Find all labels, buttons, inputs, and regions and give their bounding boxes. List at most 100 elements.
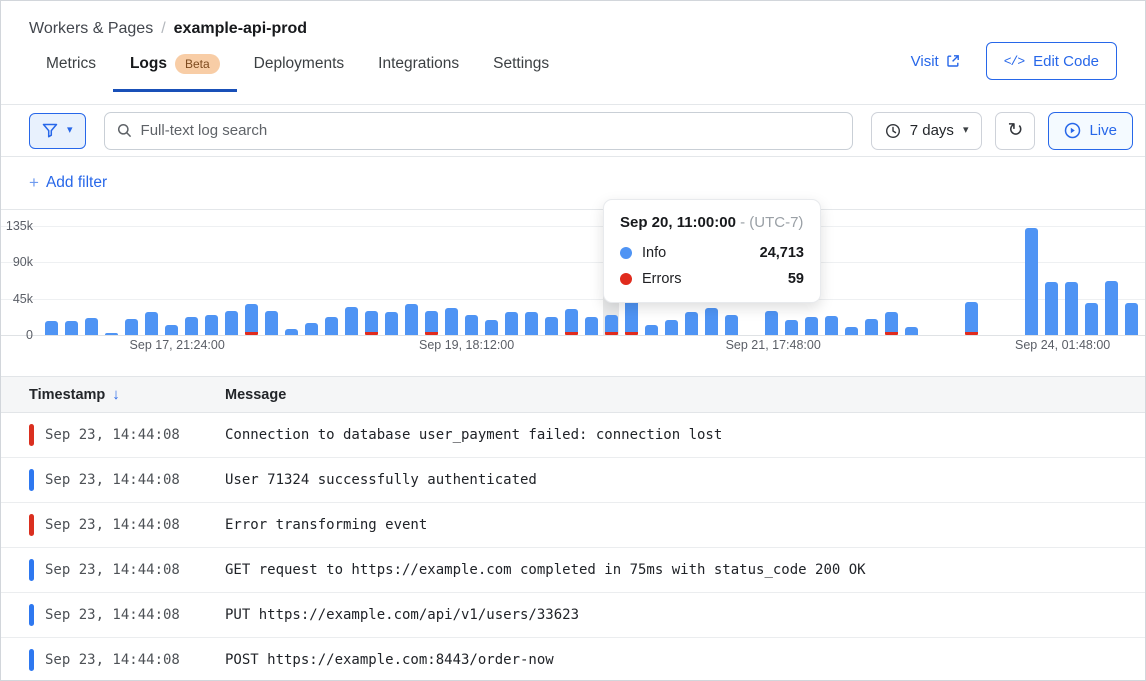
refresh-button[interactable]: ↻: [995, 112, 1035, 150]
chart-bar[interactable]: [61, 226, 81, 335]
tab-metrics[interactable]: Metrics: [29, 38, 113, 92]
tab-logs[interactable]: Logs Beta: [113, 38, 237, 92]
visit-link[interactable]: Visit: [911, 53, 960, 70]
live-button[interactable]: Live: [1048, 112, 1133, 150]
chart-bar[interactable]: [161, 226, 181, 335]
chart-bar[interactable]: [181, 226, 201, 335]
breadcrumb-section[interactable]: Workers & Pages: [29, 20, 153, 38]
tooltip-row: Errors59: [620, 271, 804, 287]
chart-bar[interactable]: [81, 226, 101, 335]
tooltip-timezone: - (UTC-7): [740, 214, 803, 231]
log-row[interactable]: Sep 23, 14:44:08User 71324 successfully …: [1, 458, 1145, 503]
chart-bar[interactable]: [821, 226, 841, 335]
chart-bar[interactable]: [901, 226, 921, 335]
chart-bar[interactable]: [1021, 226, 1041, 335]
chart-bar[interactable]: [561, 226, 581, 335]
legend-dot-icon: [620, 273, 632, 285]
chart-bar[interactable]: [341, 226, 361, 335]
chart-bar[interactable]: [481, 226, 501, 335]
bar-stack: [585, 317, 598, 335]
column-header-timestamp[interactable]: Timestamp ↓: [29, 386, 225, 403]
breadcrumb-separator: /: [161, 20, 165, 38]
chart-bar[interactable]: [421, 226, 441, 335]
bar-stack: [685, 312, 698, 335]
chart-bar[interactable]: [881, 226, 901, 335]
log-row[interactable]: Sep 23, 14:44:08POST https://example.com…: [1, 638, 1145, 681]
chart-bar[interactable]: [301, 226, 321, 335]
search-box[interactable]: [104, 112, 853, 150]
chart-bar[interactable]: [961, 226, 981, 335]
live-label: Live: [1089, 122, 1117, 139]
chart-bar[interactable]: [921, 226, 941, 335]
bar-stack: [965, 302, 978, 335]
bar-segment-errors: [565, 332, 578, 335]
chart-bar[interactable]: [281, 226, 301, 335]
chart-bar[interactable]: [501, 226, 521, 335]
log-level-error-indicator: [29, 424, 34, 446]
chart-bar[interactable]: [261, 226, 281, 335]
chart-bar[interactable]: [521, 226, 541, 335]
log-rows: Sep 23, 14:44:08Connection to database u…: [1, 413, 1145, 681]
bar-segment-info: [405, 304, 418, 335]
bar-stack: [45, 321, 58, 335]
log-timestamp: Sep 23, 14:44:08: [45, 427, 215, 443]
column-header-message[interactable]: Message: [225, 387, 286, 403]
chart-bar[interactable]: [1081, 226, 1101, 335]
bar-segment-info: [285, 329, 298, 335]
chart-bar[interactable]: [1001, 226, 1021, 335]
edit-code-button[interactable]: </> Edit Code: [986, 42, 1117, 80]
chart-bar[interactable]: [141, 226, 161, 335]
time-range-dropdown[interactable]: 7 days ▾: [871, 112, 983, 150]
chart-bar[interactable]: [541, 226, 561, 335]
chart-bar[interactable]: [1101, 226, 1121, 335]
chart-bar[interactable]: [201, 226, 221, 335]
x-axis-tick-label: Sep 24, 01:48:00: [1015, 338, 1110, 352]
chart-bar[interactable]: [461, 226, 481, 335]
chart-bar[interactable]: [941, 226, 961, 335]
filter-dropdown-button[interactable]: ▾: [29, 113, 86, 149]
tab-deployments[interactable]: Deployments: [237, 38, 361, 92]
chart-bar[interactable]: [241, 226, 261, 335]
y-axis-tick-label: 45k: [1, 292, 33, 306]
add-filter-button[interactable]: + Add filter: [29, 173, 107, 193]
log-row[interactable]: Sep 23, 14:44:08GET request to https://e…: [1, 548, 1145, 593]
chart-bar[interactable]: [121, 226, 141, 335]
bar-stack: [785, 320, 798, 335]
log-row[interactable]: Sep 23, 14:44:08PUT https://example.com/…: [1, 593, 1145, 638]
search-input[interactable]: [141, 122, 840, 139]
bar-segment-info: [785, 320, 798, 335]
chart-bar[interactable]: [361, 226, 381, 335]
chart-bar[interactable]: [981, 226, 1001, 335]
tabs-row: Metrics Logs Beta Deployments Integratio…: [1, 38, 1145, 92]
chart-bar[interactable]: [1121, 226, 1141, 335]
tab-integrations[interactable]: Integrations: [361, 38, 476, 92]
chart-bar[interactable]: [41, 226, 61, 335]
bar-segment-errors: [885, 332, 898, 335]
chart-bar[interactable]: [1061, 226, 1081, 335]
chart-bar[interactable]: [101, 226, 121, 335]
external-link-icon: [946, 54, 960, 68]
bar-stack: [245, 304, 258, 335]
chart-bar[interactable]: [841, 226, 861, 335]
chart-bar[interactable]: [221, 226, 241, 335]
chart-bar[interactable]: [321, 226, 341, 335]
tooltip-legend: Info24,713Errors59: [620, 245, 804, 287]
tooltip-title: Sep 20, 11:00:00 - (UTC-7): [620, 214, 804, 231]
chart-bar[interactable]: [1041, 226, 1061, 335]
chart-bar[interactable]: [401, 226, 421, 335]
chart-bar[interactable]: [581, 226, 601, 335]
bar-segment-info: [365, 311, 378, 332]
log-row[interactable]: Sep 23, 14:44:08Connection to database u…: [1, 413, 1145, 458]
bar-segment-info: [105, 333, 118, 335]
tab-settings-label: Settings: [493, 55, 549, 73]
log-row[interactable]: Sep 23, 14:44:08Error transforming event: [1, 503, 1145, 548]
chart-bar[interactable]: [861, 226, 881, 335]
chart-bar[interactable]: [381, 226, 401, 335]
bar-stack: [365, 311, 378, 335]
log-level-info-indicator: [29, 559, 34, 581]
bar-segment-info: [45, 321, 58, 335]
chart-bar[interactable]: [441, 226, 461, 335]
filter-right-controls: 7 days ▾ ↻ Live: [871, 112, 1133, 150]
tab-settings[interactable]: Settings: [476, 38, 566, 92]
chart-plot-area: 135k90k45k0: [1, 226, 1145, 335]
